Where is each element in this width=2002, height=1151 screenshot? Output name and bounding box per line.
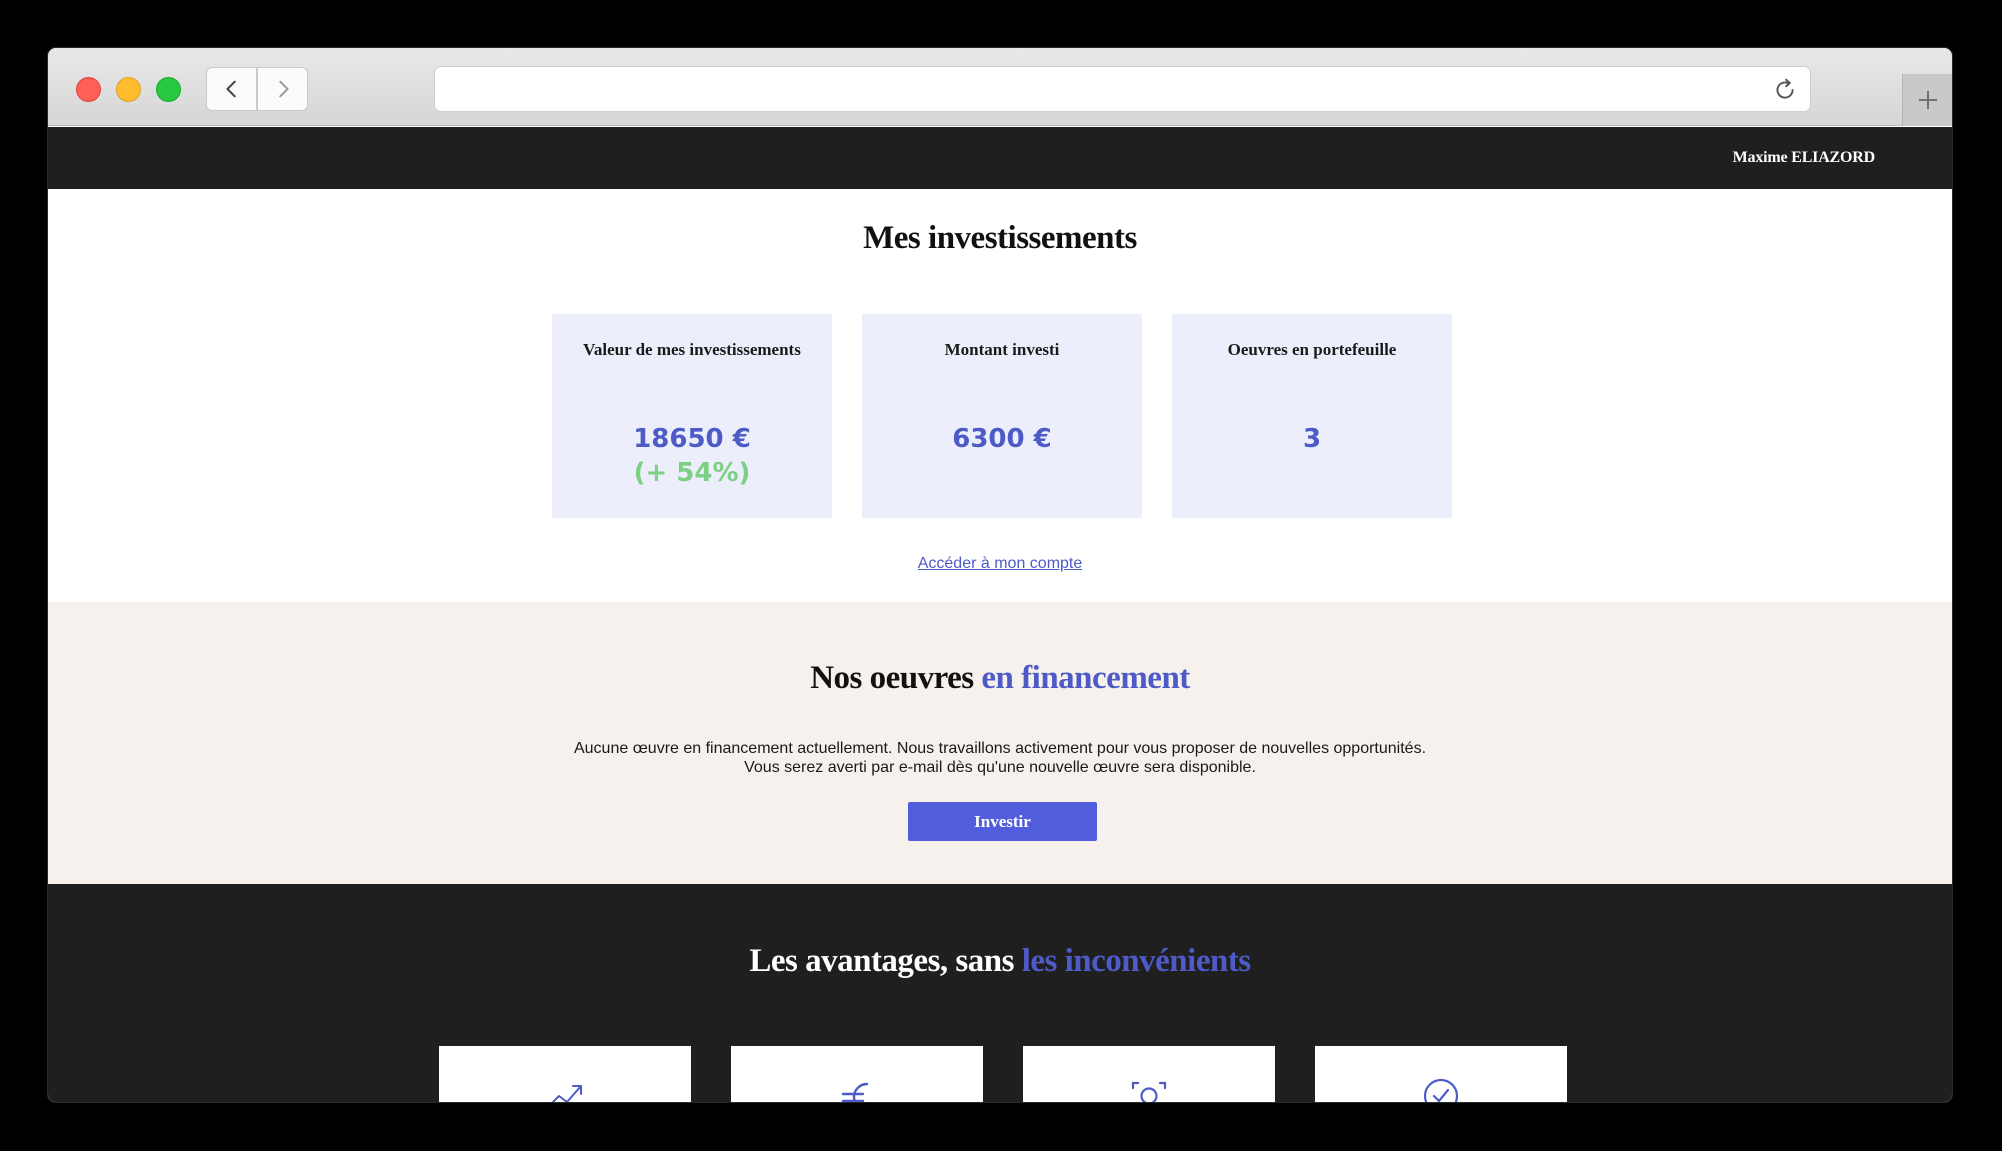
address-bar[interactable]	[434, 66, 1811, 112]
card-value: 18650 €	[633, 424, 751, 454]
advantages-section: Les avantages, sans les inconvénients	[48, 884, 1952, 1102]
card-value: 3	[1302, 424, 1322, 454]
camera-icon	[1131, 1081, 1167, 1102]
card-value: 6300 €	[952, 424, 1052, 454]
close-window-button[interactable]	[76, 77, 101, 102]
funding-section: Nos oeuvres en financement Aucune œuvre …	[48, 602, 1952, 884]
investments-section: Mes investissements Valeur de mes invest…	[48, 189, 1952, 602]
back-button[interactable]	[206, 67, 257, 111]
invest-button[interactable]: Investir	[908, 802, 1097, 841]
invested-amount-card: Montant investi 6300 €	[862, 314, 1142, 518]
card-label: Oeuvres en portefeuille	[1227, 340, 1397, 359]
funding-message-line: Vous serez averti par e-mail dès qu'une …	[744, 759, 1256, 776]
maximize-window-button[interactable]	[156, 77, 181, 102]
advantage-card	[1315, 1046, 1567, 1102]
site-header: Maxime ELIAZORD	[48, 127, 1952, 189]
euro-icon	[841, 1082, 869, 1102]
investment-value-card: Valeur de mes investissements 18650 € (+…	[552, 314, 832, 518]
check-circle-icon	[1423, 1078, 1459, 1102]
funding-title: Nos oeuvres en financement	[48, 660, 1952, 697]
page-title: Mes investissements	[863, 220, 1137, 256]
advantage-card	[439, 1046, 691, 1102]
plus-icon	[1918, 91, 1937, 109]
advantages-title: Les avantages, sans les inconvénients	[48, 943, 1952, 980]
funding-message: Aucune œuvre en financement actuellement…	[48, 739, 1952, 777]
account-link-row: Accéder à mon compte	[48, 555, 1952, 573]
trend-up-icon	[551, 1085, 582, 1102]
forward-icon	[278, 80, 289, 98]
minimize-window-button[interactable]	[116, 77, 141, 102]
advantage-card	[731, 1046, 983, 1102]
account-link[interactable]: Accéder à mon compte	[918, 555, 1083, 572]
card-change: (+ 54%)	[633, 458, 751, 488]
card-label: Montant investi	[944, 340, 1060, 359]
back-icon	[225, 80, 236, 98]
advantage-card	[1023, 1046, 1275, 1102]
browser-toolbar	[48, 48, 1952, 126]
forward-button[interactable]	[257, 67, 308, 111]
advantages-title-main: Les avantages, sans	[749, 943, 1014, 979]
advantages-title-accent: les inconvénients	[1021, 943, 1251, 979]
funding-title-main: Nos oeuvres	[810, 660, 974, 696]
new-tab-button[interactable]	[1902, 74, 1952, 126]
browser-window: Maxime ELIAZORD Mes investissements Vale…	[48, 48, 1952, 1102]
funding-message-line: Aucune œuvre en financement actuellement…	[573, 740, 1427, 757]
card-label: Valeur de mes investissements	[583, 340, 801, 359]
portfolio-count-card: Oeuvres en portefeuille 3	[1172, 314, 1452, 518]
funding-title-accent: en financement	[981, 660, 1190, 696]
reload-icon[interactable]	[1772, 77, 1798, 103]
user-menu[interactable]: Maxime ELIAZORD	[1733, 149, 1876, 167]
